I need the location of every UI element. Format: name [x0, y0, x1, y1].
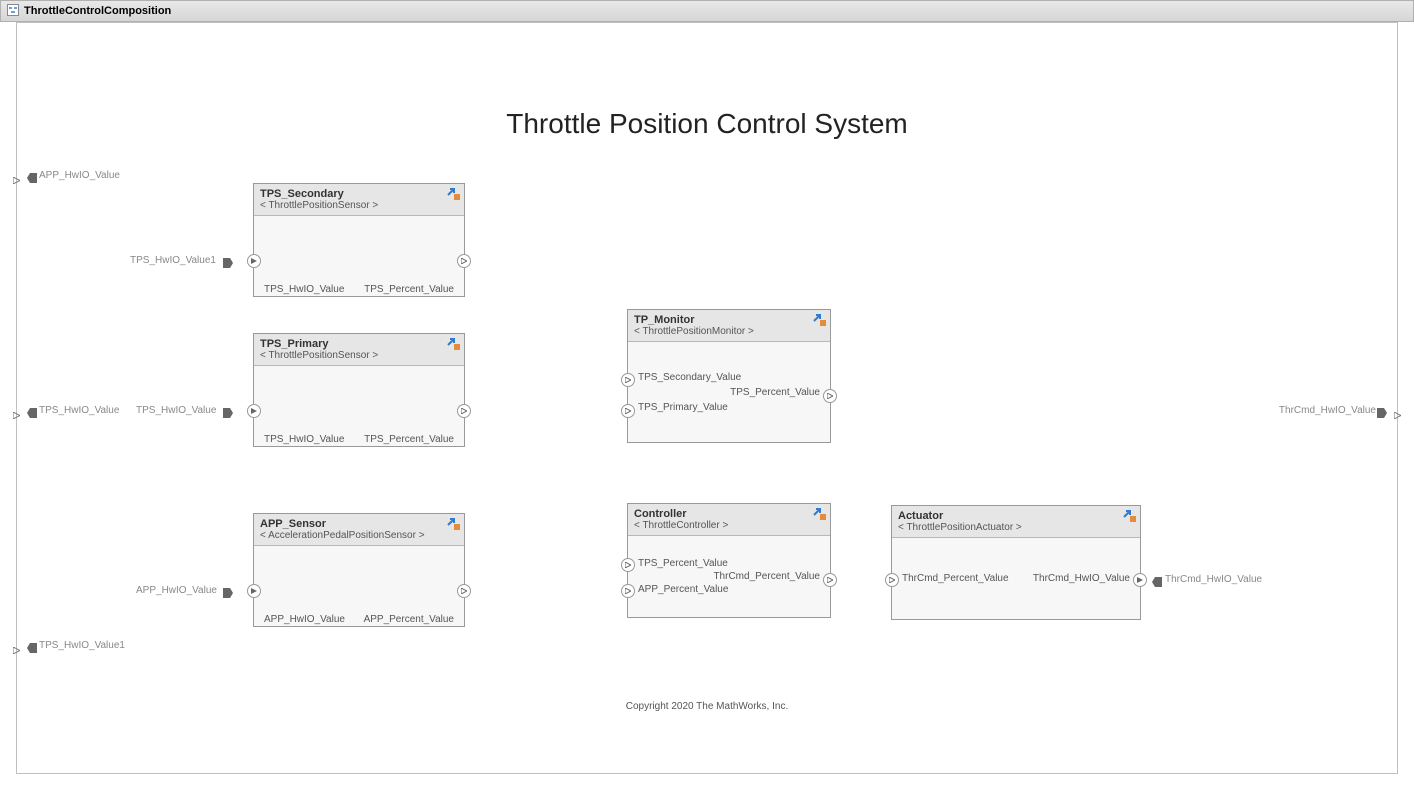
diagram-heading: Throttle Position Control System	[17, 108, 1397, 140]
block-title: Controller	[634, 508, 824, 520]
port-label-in2: APP_Percent_Value	[638, 584, 728, 595]
block-title: TPS_Secondary	[260, 188, 458, 200]
port-label-in: TPS_HwIO_Value	[264, 434, 344, 445]
block-type: < ThrottlePositionMonitor >	[634, 326, 824, 337]
tag-icon	[223, 405, 233, 415]
tag-icon	[1152, 574, 1162, 584]
model-reference-icon	[447, 187, 461, 201]
block-controller[interactable]: Controller < ThrottleController > TPS_Pe…	[627, 503, 831, 618]
model-reference-icon	[447, 517, 461, 531]
output-port-icon[interactable]	[457, 254, 471, 268]
tag-icon	[27, 170, 37, 180]
port-label-out: TPS_Percent_Value	[730, 387, 820, 398]
input-port-icon[interactable]	[621, 373, 635, 387]
block-type: < AccelerationPedalPositionSensor >	[260, 530, 458, 541]
model-reference-icon	[447, 337, 461, 351]
tag-tps-secondary-in: TPS_HwIO_Value1	[130, 255, 216, 266]
block-type: < ThrottlePositionSensor >	[260, 350, 458, 361]
block-actuator[interactable]: Actuator < ThrottlePositionActuator > Th…	[891, 505, 1141, 620]
tag-icon	[27, 640, 37, 650]
port-label-in: APP_HwIO_Value	[264, 614, 345, 625]
tag-icon	[1377, 405, 1387, 415]
tag-icon	[223, 255, 233, 265]
diagram-canvas[interactable]: Throttle Position Control System Copyrig…	[16, 22, 1398, 774]
output-port-icon[interactable]	[823, 389, 837, 403]
external-in-arrow-icon	[13, 641, 20, 648]
port-label-out: TPS_Percent_Value	[364, 434, 454, 445]
input-port-icon[interactable]	[247, 254, 261, 268]
block-title: APP_Sensor	[260, 518, 458, 530]
external-out-arrow-icon	[1394, 406, 1401, 413]
input-port-icon[interactable]	[247, 404, 261, 418]
input-port-icon[interactable]	[621, 558, 635, 572]
connection-wires	[17, 23, 317, 173]
block-title: Actuator	[898, 510, 1134, 522]
block-type: < ThrottlePositionActuator >	[898, 522, 1134, 533]
external-in-app: APP_HwIO_Value	[39, 170, 120, 181]
port-label-in: TPS_HwIO_Value	[264, 284, 344, 295]
model-reference-icon	[1123, 509, 1137, 523]
block-title: TP_Monitor	[634, 314, 824, 326]
tag-actuator-out: ThrCmd_HwIO_Value	[1165, 574, 1262, 585]
tag-icon	[27, 405, 37, 415]
block-tps-secondary[interactable]: TPS_Secondary < ThrottlePositionSensor >…	[253, 183, 465, 297]
block-tp-monitor[interactable]: TP_Monitor < ThrottlePositionMonitor > T…	[627, 309, 831, 443]
block-title: TPS_Primary	[260, 338, 458, 350]
tag-tps-primary-in: TPS_HwIO_Value	[136, 405, 216, 416]
input-port-icon[interactable]	[885, 573, 899, 587]
port-label-in: ThrCmd_Percent_Value	[902, 573, 1009, 584]
composition-icon	[7, 4, 19, 19]
port-label-out: APP_Percent_Value	[364, 614, 454, 625]
output-port-icon[interactable]	[823, 573, 837, 587]
tag-icon	[223, 585, 233, 595]
external-in-arrow-icon	[13, 171, 20, 178]
block-app-sensor[interactable]: APP_Sensor < AccelerationPedalPositionSe…	[253, 513, 465, 627]
model-reference-icon	[813, 313, 827, 327]
copyright-text: Copyright 2020 The MathWorks, Inc.	[17, 701, 1397, 712]
external-out-thrcmd: ThrCmd_HwIO_Value	[1279, 405, 1376, 416]
output-port-icon[interactable]	[1133, 573, 1147, 587]
external-in-arrow-icon	[13, 406, 20, 413]
external-in-tps: TPS_HwIO_Value	[39, 405, 119, 416]
external-in-tps1: TPS_HwIO_Value1	[39, 640, 125, 651]
port-label-out: ThrCmd_Percent_Value	[713, 571, 820, 582]
tag-app-sensor-in: APP_HwIO_Value	[136, 585, 217, 596]
input-port-icon[interactable]	[247, 584, 261, 598]
output-port-icon[interactable]	[457, 584, 471, 598]
port-label-out: ThrCmd_HwIO_Value	[1033, 573, 1130, 584]
block-type: < ThrottleController >	[634, 520, 824, 531]
input-port-icon[interactable]	[621, 404, 635, 418]
model-reference-icon	[813, 507, 827, 521]
composition-title: ThrottleControlComposition	[24, 5, 171, 17]
port-label-in: TPS_Secondary_Value	[638, 372, 741, 383]
input-port-icon[interactable]	[621, 584, 635, 598]
output-port-icon[interactable]	[457, 404, 471, 418]
port-label-in: TPS_Percent_Value	[638, 558, 728, 569]
block-type: < ThrottlePositionSensor >	[260, 200, 458, 211]
block-tps-primary[interactable]: TPS_Primary < ThrottlePositionSensor > T…	[253, 333, 465, 447]
port-label-out: TPS_Percent_Value	[364, 284, 454, 295]
window-titlebar: ThrottleControlComposition	[0, 0, 1414, 22]
port-label-in2: TPS_Primary_Value	[638, 402, 728, 413]
